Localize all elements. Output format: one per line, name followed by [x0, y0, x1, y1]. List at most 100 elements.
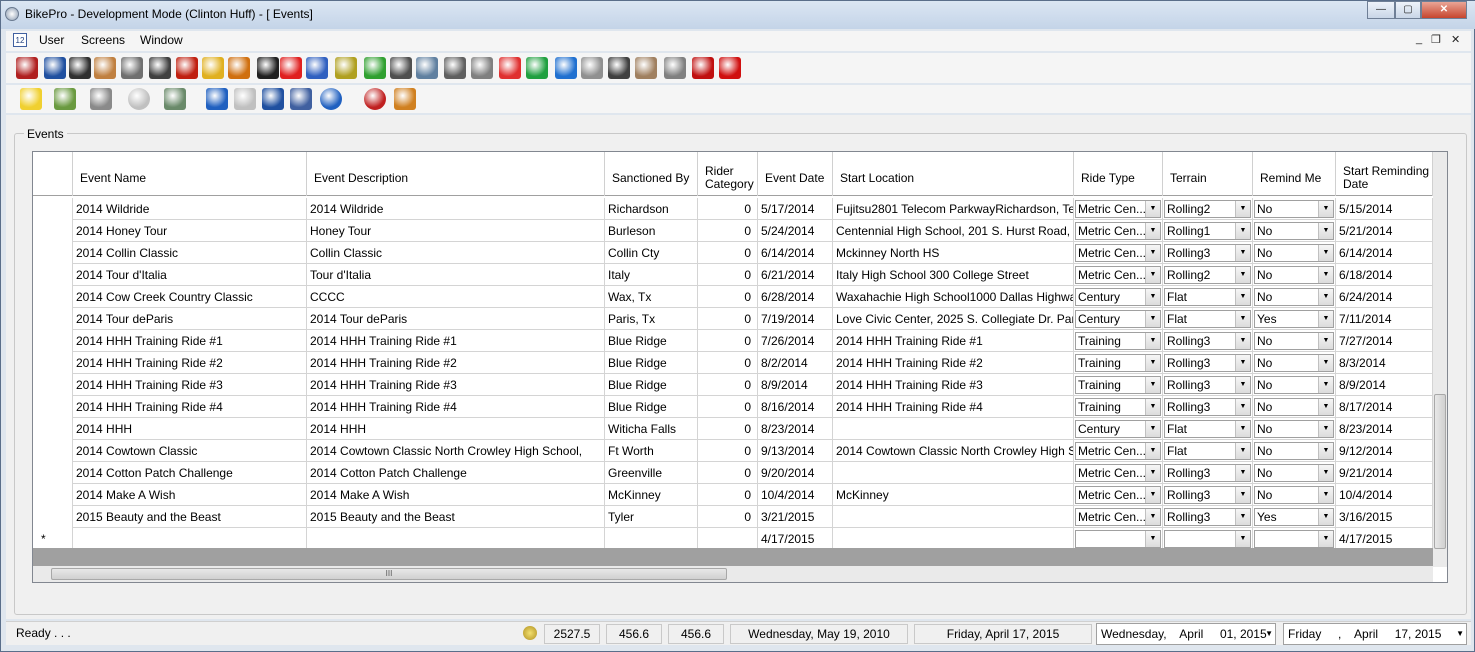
table-cell[interactable]: McKinney: [833, 484, 1074, 506]
person-icon[interactable]: [94, 57, 116, 79]
dropdown-select[interactable]: Yes ▼: [1254, 508, 1334, 526]
events-grid[interactable]: Event Name Event Description Sanctioned By…: [32, 151, 1448, 583]
chevron-down-icon[interactable]: ▼: [1235, 333, 1250, 349]
table-cell[interactable]: 8/9/2014: [1336, 374, 1433, 396]
goggles-icon[interactable]: [608, 57, 630, 79]
table-cell[interactable]: 8/23/2014: [1336, 418, 1433, 440]
table-cell[interactable]: 9/12/2014: [1336, 440, 1433, 462]
table-cell-combo[interactable]: Metric Cen... ▼: [1074, 484, 1163, 506]
new-row[interactable]: * 4/17/2015 ▼ ▼ ▼ 4/17/2015: [33, 528, 1433, 550]
stopwatch-icon[interactable]: [335, 57, 357, 79]
table-cell[interactable]: 2014 HHH Training Ride #2: [307, 352, 605, 374]
chevron-down-icon[interactable]: ▼: [1235, 399, 1250, 415]
stop-icon[interactable]: [364, 88, 386, 110]
table-cell[interactable]: 2014 HHH Training Ride #4: [833, 396, 1074, 418]
table-row[interactable]: 2014 Honey Tour Honey Tour Burleson 0 5/24/2…: [33, 220, 1433, 242]
table-row[interactable]: 2014 HHH Training Ride #2 2014 HHH Traini…: [33, 352, 1433, 374]
table-row[interactable]: 2014 Cotton Patch Challenge 2014 Cotton P…: [33, 462, 1433, 484]
vertical-scrollbar[interactable]: [1433, 152, 1447, 567]
tools-icon[interactable]: [444, 57, 466, 79]
row-header[interactable]: [33, 330, 73, 352]
table-cell[interactable]: 7/26/2014: [758, 330, 833, 352]
table-cell-combo[interactable]: No ▼: [1253, 352, 1336, 374]
chevron-down-icon[interactable]: ▼: [1235, 487, 1250, 503]
table-cell-combo[interactable]: Metric Cen... ▼: [1074, 220, 1163, 242]
chevron-down-icon[interactable]: ▼: [1318, 245, 1333, 261]
date-picker-2[interactable]: Friday , April 17, 2015 ▼: [1283, 623, 1467, 645]
table-cell[interactable]: 2014 HHH Training Ride #4: [73, 396, 307, 418]
table-cell[interactable]: Italy: [605, 264, 698, 286]
table-cell[interactable]: 2014 Make A Wish: [73, 484, 307, 506]
table-cell[interactable]: [698, 528, 758, 550]
dropdown-select[interactable]: Rolling3 ▼: [1164, 332, 1251, 350]
table-cell[interactable]: 6/14/2014: [758, 242, 833, 264]
table-cell[interactable]: Greenville: [605, 462, 698, 484]
table-cell-combo[interactable]: No ▼: [1253, 374, 1336, 396]
chevron-down-icon[interactable]: ▼: [1318, 487, 1333, 503]
dropdown-select[interactable]: Rolling3 ▼: [1164, 464, 1251, 482]
table-cell[interactable]: 2014 Cotton Patch Challenge: [73, 462, 307, 484]
maximize-button[interactable]: ▢: [1395, 1, 1421, 19]
table-cell[interactable]: [833, 418, 1074, 440]
row-header[interactable]: [33, 286, 73, 308]
table-cell[interactable]: 4/17/2015: [1336, 528, 1433, 550]
table-cell[interactable]: 8/17/2014: [1336, 396, 1433, 418]
chart-dropdown-icon[interactable]: [164, 88, 186, 110]
table-cell-combo[interactable]: Training ▼: [1074, 330, 1163, 352]
table-cell-combo[interactable]: Rolling1 ▼: [1163, 220, 1253, 242]
table-cell[interactable]: 2014 HHH Training Ride #2: [833, 352, 1074, 374]
chevron-down-icon[interactable]: ▼: [1235, 509, 1250, 525]
table-cell[interactable]: 8/3/2014: [1336, 352, 1433, 374]
menu-user[interactable]: User: [39, 33, 64, 47]
table-row[interactable]: 2014 HHH Training Ride #1 2014 HHH Traini…: [33, 330, 1433, 352]
dropdown-select[interactable]: Flat ▼: [1164, 310, 1251, 328]
chevron-down-icon[interactable]: ▼: [1145, 355, 1160, 371]
table-cell[interactable]: 2014 Wildride: [73, 198, 307, 220]
table-cell[interactable]: 2014 Cowtown Classic North Crowley High …: [307, 440, 605, 462]
fork-knife-icon[interactable]: [149, 57, 171, 79]
dropdown-select[interactable]: No ▼: [1254, 464, 1334, 482]
refresh-icon[interactable]: [206, 88, 228, 110]
table-cell[interactable]: 2014 HHH Training Ride #1: [307, 330, 605, 352]
table-cell[interactable]: Fujitsu2801 Telecom ParkwayRichardson, T…: [833, 198, 1074, 220]
table-cell[interactable]: 2014 Cowtown Classic North Crowley High …: [833, 440, 1074, 462]
table-cell-combo[interactable]: No ▼: [1253, 396, 1336, 418]
table-cell[interactable]: 6/24/2014: [1336, 286, 1433, 308]
chevron-down-icon[interactable]: ▼: [1318, 465, 1333, 481]
stock-chart-icon[interactable]: [719, 57, 741, 79]
chevron-down-icon[interactable]: ▼: [1145, 487, 1160, 503]
dropdown-select[interactable]: No ▼: [1254, 200, 1334, 218]
chevron-down-icon[interactable]: ▼: [1318, 201, 1333, 217]
dropdown-select[interactable]: Training ▼: [1075, 376, 1161, 394]
dropdown-select[interactable]: ▼: [1164, 530, 1251, 548]
table-cell[interactable]: Blue Ridge: [605, 352, 698, 374]
apple-icon[interactable]: [176, 57, 198, 79]
table-row[interactable]: 2014 Cow Creek Country Classic CCCC Wax, T…: [33, 286, 1433, 308]
chevron-down-icon[interactable]: ▼: [1235, 443, 1250, 459]
chevron-down-icon[interactable]: ▼: [1145, 267, 1160, 283]
table-cell[interactable]: 5/24/2014: [758, 220, 833, 242]
chevron-down-icon[interactable]: ▼: [1265, 624, 1273, 644]
table-cell[interactable]: McKinney: [605, 484, 698, 506]
table-cell[interactable]: 8/9/2014: [758, 374, 833, 396]
dropdown-select[interactable]: Rolling2 ▼: [1164, 200, 1251, 218]
chevron-down-icon[interactable]: ▼: [1318, 289, 1333, 305]
row-header[interactable]: [33, 308, 73, 330]
table-cell[interactable]: 2015 Beauty and the Beast: [307, 506, 605, 528]
table-cell[interactable]: 7/11/2014: [1336, 308, 1433, 330]
table-cell-combo[interactable]: No ▼: [1253, 462, 1336, 484]
horizontal-scroll-thumb[interactable]: III: [51, 568, 727, 580]
chevron-down-icon[interactable]: ▼: [1318, 531, 1333, 547]
chevron-down-icon[interactable]: ▼: [1318, 509, 1333, 525]
table-cell-combo[interactable]: Flat ▼: [1163, 308, 1253, 330]
mdi-calendar-icon[interactable]: 12: [13, 33, 27, 47]
bicycle-icon[interactable]: [364, 57, 386, 79]
table-cell-combo[interactable]: Metric Cen... ▼: [1074, 198, 1163, 220]
table-cell[interactable]: 2014 HHH Training Ride #3: [833, 374, 1074, 396]
chevron-down-icon[interactable]: ▼: [1145, 443, 1160, 459]
table-cell[interactable]: Collin Classic: [307, 242, 605, 264]
dropdown-select[interactable]: Rolling3 ▼: [1164, 508, 1251, 526]
dropdown-select[interactable]: Rolling3 ▼: [1164, 486, 1251, 504]
table-row[interactable]: 2014 HHH 2014 HHH Witicha Falls 0 8/23/2014 C…: [33, 418, 1433, 440]
table-cell[interactable]: 0: [698, 242, 758, 264]
